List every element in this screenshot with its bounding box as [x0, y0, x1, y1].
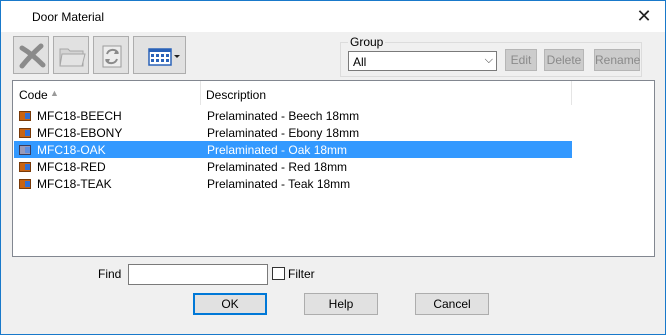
- item-description: Prelaminated - Red 18mm: [207, 160, 348, 174]
- filter-label[interactable]: Filter: [288, 267, 315, 281]
- ok-button[interactable]: OK: [193, 293, 267, 315]
- chevron-down-icon: ⌵: [484, 54, 493, 66]
- delete-cross-icon: [19, 43, 46, 69]
- item-code: MFC18-RED: [37, 160, 106, 174]
- find-input[interactable]: [128, 264, 268, 285]
- refresh-icon: [102, 45, 122, 68]
- list-item[interactable]: MFC18-TEAK Prelaminated - Teak 18mm: [14, 175, 572, 192]
- list-header: Code ▲ Description: [13, 81, 654, 105]
- group-select[interactable]: All ⌵: [348, 51, 497, 71]
- list-item[interactable]: MFC18-BEECH Prelaminated - Beech 18mm: [14, 107, 572, 124]
- rename-button[interactable]: Rename: [594, 49, 640, 71]
- list-item[interactable]: MFC18-RED Prelaminated - Red 18mm: [14, 158, 572, 175]
- material-icon: [19, 162, 31, 172]
- item-code: MFC18-OAK: [37, 143, 106, 157]
- edit-button[interactable]: Edit: [505, 49, 537, 71]
- delete-button[interactable]: Delete: [544, 49, 584, 71]
- delete-toolbar-button[interactable]: [13, 36, 49, 74]
- title-bar: Door Material ✕: [1, 1, 665, 32]
- list-item-selected[interactable]: MFC18-OAK Prelaminated - Oak 18mm: [14, 141, 572, 158]
- item-description: Prelaminated - Beech 18mm: [207, 109, 360, 123]
- sort-ascending-icon: ▲: [50, 88, 59, 98]
- open-folder-button[interactable]: [53, 36, 89, 74]
- window-title: Door Material: [32, 10, 105, 24]
- find-label: Find: [98, 267, 122, 281]
- folder-icon: [59, 48, 86, 67]
- material-list[interactable]: Code ▲ Description MFC18-BEECH Prelamina…: [12, 80, 655, 257]
- item-description: Prelaminated - Teak 18mm: [207, 177, 351, 191]
- material-icon: [19, 179, 31, 189]
- group-select-value: All: [353, 55, 367, 69]
- column-header-description[interactable]: Description: [206, 88, 266, 102]
- column-separator[interactable]: [571, 81, 572, 105]
- group-label: Group: [348, 35, 386, 49]
- refresh-button[interactable]: [93, 36, 129, 74]
- item-description: Prelaminated - Oak 18mm: [207, 143, 348, 157]
- list-item[interactable]: MFC18-EBONY Prelaminated - Ebony 18mm: [14, 124, 572, 141]
- close-icon[interactable]: ✕: [634, 6, 654, 26]
- column-separator[interactable]: [200, 81, 201, 105]
- item-code: MFC18-EBONY: [37, 126, 123, 140]
- item-code: MFC18-TEAK: [37, 177, 112, 191]
- view-mode-icon: [148, 48, 180, 66]
- material-icon: [19, 111, 31, 121]
- help-button[interactable]: Help: [304, 293, 378, 315]
- view-mode-dropdown[interactable]: [133, 36, 186, 74]
- item-code: MFC18-BEECH: [37, 109, 122, 123]
- filter-checkbox[interactable]: [272, 267, 285, 280]
- item-description: Prelaminated - Ebony 18mm: [207, 126, 360, 140]
- material-icon: [19, 145, 31, 155]
- cancel-button[interactable]: Cancel: [415, 293, 489, 315]
- dialog-window: Door Material ✕ Group All ⌵ Edit Delete …: [0, 0, 666, 335]
- material-icon: [19, 128, 31, 138]
- column-header-code[interactable]: Code: [19, 88, 48, 102]
